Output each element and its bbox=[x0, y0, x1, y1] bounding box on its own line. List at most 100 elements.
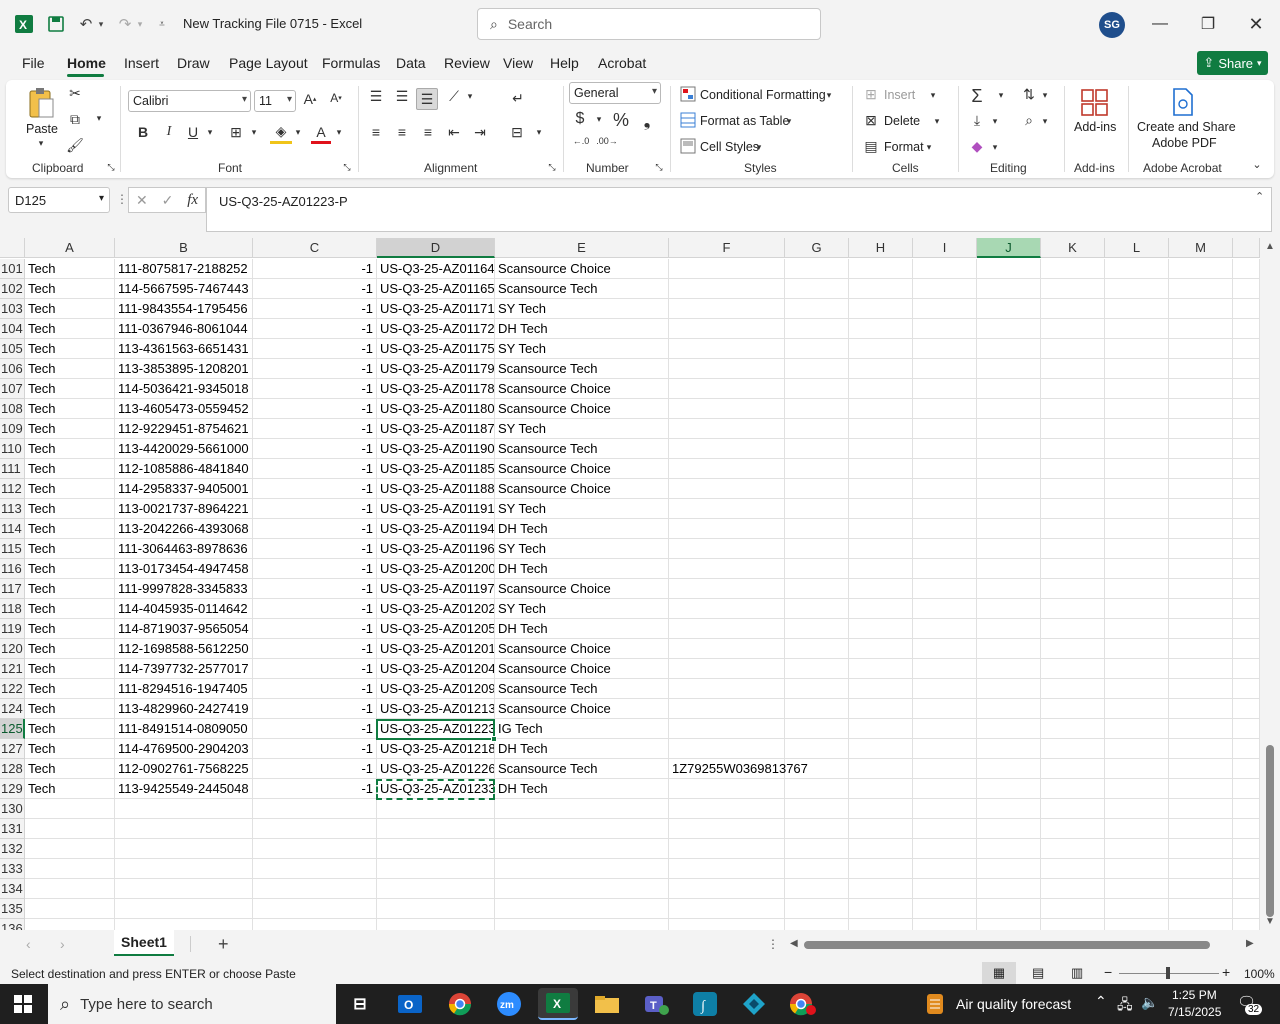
cell-f[interactable] bbox=[669, 479, 785, 499]
font-size-select[interactable]: 11 ▾ bbox=[254, 90, 296, 112]
cell-a[interactable]: Tech bbox=[25, 379, 115, 399]
cell-a[interactable]: Tech bbox=[25, 719, 115, 739]
row-header[interactable]: 106 bbox=[0, 359, 25, 379]
cell-g[interactable] bbox=[785, 739, 849, 759]
cell-b[interactable] bbox=[115, 839, 253, 859]
cell-h[interactable] bbox=[849, 519, 913, 539]
cell-e[interactable]: DH Tech bbox=[495, 319, 669, 339]
cell-c[interactable]: -1 bbox=[253, 599, 377, 619]
vertical-scrollbar[interactable]: ▲ ▼ bbox=[1260, 238, 1280, 930]
avatar[interactable]: SG bbox=[1099, 12, 1125, 38]
clock-time[interactable]: 1:25 PM bbox=[1172, 988, 1217, 1002]
cell-l[interactable] bbox=[1105, 439, 1169, 459]
cell-a[interactable]: Tech bbox=[25, 459, 115, 479]
sheet-tab-sheet1[interactable]: Sheet1 bbox=[114, 930, 174, 956]
row-header[interactable]: 130 bbox=[0, 799, 25, 819]
cell-h[interactable] bbox=[849, 679, 913, 699]
chevron-down-icon[interactable]: ▾ bbox=[1040, 90, 1050, 101]
cell-b[interactable]: 112-0902761-7568225 bbox=[115, 759, 253, 779]
sway-app-icon[interactable]: ∫ bbox=[685, 988, 725, 1020]
zoom-slider-thumb[interactable] bbox=[1166, 967, 1170, 979]
cell-n[interactable] bbox=[1233, 439, 1260, 459]
fill-handle[interactable] bbox=[491, 736, 497, 742]
cell-g[interactable] bbox=[785, 639, 849, 659]
cell-h[interactable] bbox=[849, 379, 913, 399]
cell-c[interactable]: -1 bbox=[253, 679, 377, 699]
cell-n[interactable] bbox=[1233, 619, 1260, 639]
cell-i[interactable] bbox=[913, 259, 977, 279]
cell-k[interactable] bbox=[1041, 439, 1105, 459]
cell-styles-icon[interactable] bbox=[680, 138, 696, 154]
cell-e[interactable]: Scansource Choice bbox=[495, 639, 669, 659]
cell-j[interactable] bbox=[977, 499, 1041, 519]
scroll-up-icon[interactable]: ▲ bbox=[1265, 241, 1275, 252]
cell-l[interactable] bbox=[1105, 699, 1169, 719]
row-header[interactable]: 111 bbox=[0, 459, 25, 479]
cell-e[interactable]: SY Tech bbox=[495, 539, 669, 559]
cell-h[interactable] bbox=[849, 759, 913, 779]
cell-j[interactable] bbox=[977, 579, 1041, 599]
row-header[interactable]: 105 bbox=[0, 339, 25, 359]
cell-g[interactable] bbox=[785, 799, 849, 819]
cell-b[interactable]: 114-5667595-7467443 bbox=[115, 279, 253, 299]
cell-h[interactable] bbox=[849, 699, 913, 719]
format-as-table-icon[interactable] bbox=[680, 112, 696, 128]
cell-b[interactable]: 113-4361563-6651431 bbox=[115, 339, 253, 359]
cell-m[interactable] bbox=[1169, 459, 1233, 479]
cell-e[interactable]: Scansource Choice bbox=[495, 399, 669, 419]
cell-k[interactable] bbox=[1041, 279, 1105, 299]
adobe-pdf-icon[interactable] bbox=[1168, 86, 1198, 118]
cell-g[interactable] bbox=[785, 379, 849, 399]
cell-m[interactable] bbox=[1169, 339, 1233, 359]
weather-icon[interactable] bbox=[924, 992, 946, 1016]
scroll-down-icon[interactable]: ▼ bbox=[1265, 916, 1275, 927]
cell-h[interactable] bbox=[849, 919, 913, 930]
cell-i[interactable] bbox=[913, 399, 977, 419]
cell-f[interactable] bbox=[669, 519, 785, 539]
cell-b[interactable]: 114-4045935-0114642 bbox=[115, 599, 253, 619]
cell-b[interactable] bbox=[115, 819, 253, 839]
align-center-icon[interactable]: ≡ bbox=[392, 124, 412, 140]
cell-h[interactable] bbox=[849, 899, 913, 919]
cell-e[interactable]: DH Tech bbox=[495, 779, 669, 799]
cell-a[interactable]: Tech bbox=[25, 319, 115, 339]
row-header[interactable]: 110 bbox=[0, 439, 25, 459]
row-header[interactable]: 121 bbox=[0, 659, 25, 679]
cell-f[interactable] bbox=[669, 579, 785, 599]
cell-g[interactable] bbox=[785, 419, 849, 439]
cell-l[interactable] bbox=[1105, 339, 1169, 359]
cell-e[interactable]: SY Tech bbox=[495, 339, 669, 359]
fill-color-icon[interactable]: ◈ bbox=[270, 122, 292, 144]
cell-a[interactable]: Tech bbox=[25, 259, 115, 279]
cell-g[interactable] bbox=[785, 759, 849, 779]
cell-g[interactable] bbox=[785, 299, 849, 319]
cell-j[interactable] bbox=[977, 259, 1041, 279]
column-header-l[interactable]: L bbox=[1105, 238, 1169, 258]
cell-f[interactable] bbox=[669, 839, 785, 859]
cell-c[interactable]: -1 bbox=[253, 519, 377, 539]
dialog-launcher-icon[interactable]: ⤡ bbox=[342, 162, 352, 173]
cell-i[interactable] bbox=[913, 359, 977, 379]
font-color-icon[interactable]: A bbox=[311, 122, 331, 144]
undo-dropdown-icon[interactable]: ▾ bbox=[96, 12, 106, 36]
cell-n[interactable] bbox=[1233, 719, 1260, 739]
cell-h[interactable] bbox=[849, 619, 913, 639]
decrease-indent-icon[interactable]: ⇤ bbox=[444, 124, 464, 141]
scroll-right-icon[interactable]: ▶ bbox=[1246, 938, 1254, 949]
dialog-launcher-icon[interactable]: ⤡ bbox=[547, 162, 557, 173]
cell-l[interactable] bbox=[1105, 539, 1169, 559]
comma-style-icon[interactable]: ❟ bbox=[639, 110, 655, 131]
cell-g[interactable] bbox=[785, 679, 849, 699]
cell-k[interactable] bbox=[1041, 319, 1105, 339]
cell-b[interactable]: 112-9229451-8754621 bbox=[115, 419, 253, 439]
cell-k[interactable] bbox=[1041, 299, 1105, 319]
add-sheet-button[interactable]: + bbox=[218, 934, 229, 955]
cell-j[interactable] bbox=[977, 679, 1041, 699]
cell-b[interactable]: 114-5036421-9345018 bbox=[115, 379, 253, 399]
cell-i[interactable] bbox=[913, 779, 977, 799]
row-header[interactable]: 134 bbox=[0, 879, 25, 899]
cell-h[interactable] bbox=[849, 659, 913, 679]
conditional-formatting-icon[interactable] bbox=[680, 86, 696, 102]
cell-d[interactable]: US-Q3-25-AZ01213- bbox=[377, 699, 495, 719]
cell-e[interactable]: SY Tech bbox=[495, 299, 669, 319]
